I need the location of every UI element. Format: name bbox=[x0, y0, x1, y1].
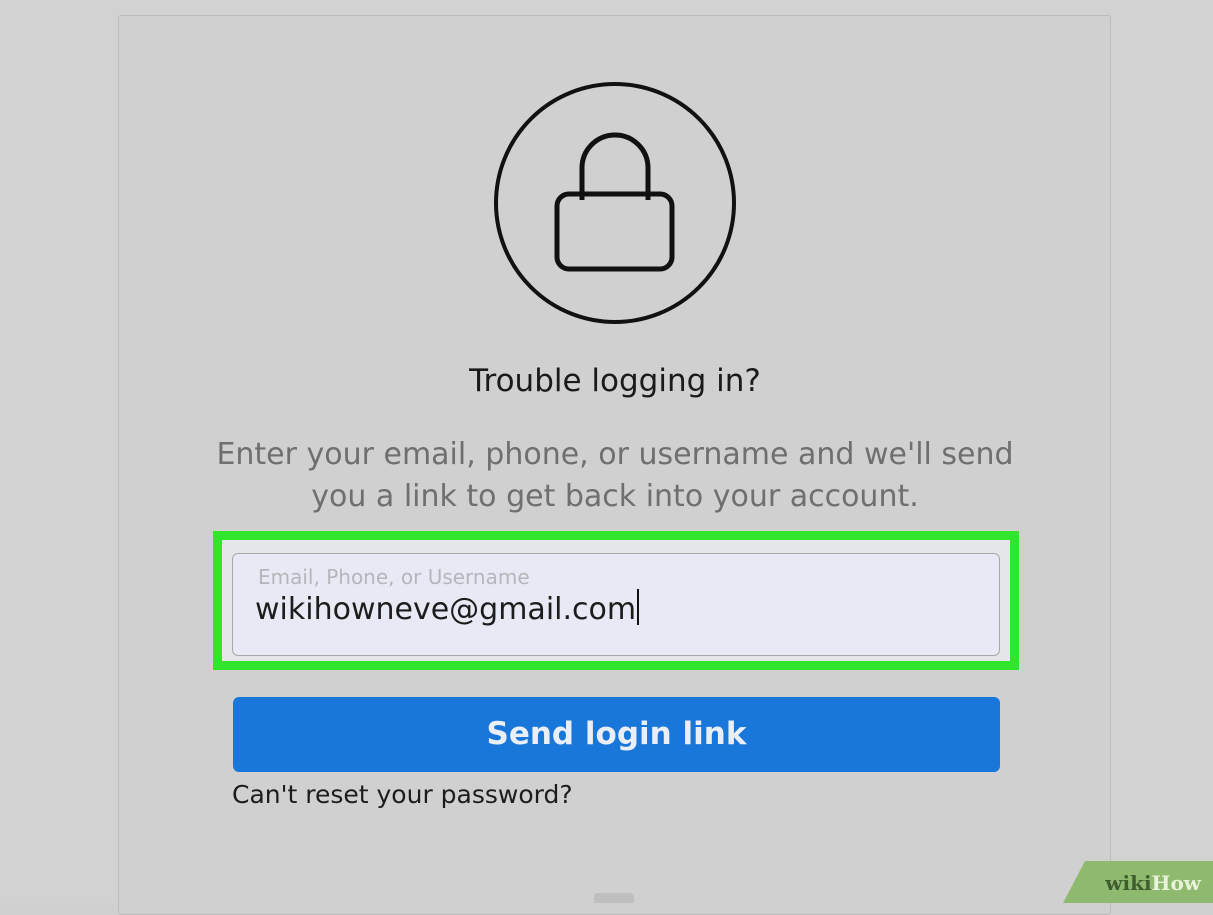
page-title: Trouble logging in? bbox=[469, 363, 761, 399]
text-caret bbox=[637, 589, 640, 625]
cant-reset-password-link[interactable]: Can't reset your password? bbox=[232, 780, 573, 809]
watermark-text: wikiHow bbox=[1105, 871, 1201, 895]
partial-footer-element bbox=[594, 893, 634, 903]
email-phone-username-field[interactable]: Email, Phone, or Username wikihowneve@gm… bbox=[232, 553, 1000, 656]
field-value: wikihowneve@gmail.com bbox=[255, 592, 637, 627]
watermark-how: How bbox=[1151, 871, 1201, 895]
field-value-wrapper: wikihowneve@gmail.com bbox=[255, 589, 640, 627]
field-label: Email, Phone, or Username bbox=[258, 565, 530, 589]
send-login-link-button[interactable]: Send login link bbox=[233, 697, 1000, 772]
lock-icon bbox=[494, 82, 736, 324]
instructions-text: Enter your email, phone, or username and… bbox=[216, 437, 1014, 514]
watermark-wiki: wiki bbox=[1105, 871, 1152, 895]
